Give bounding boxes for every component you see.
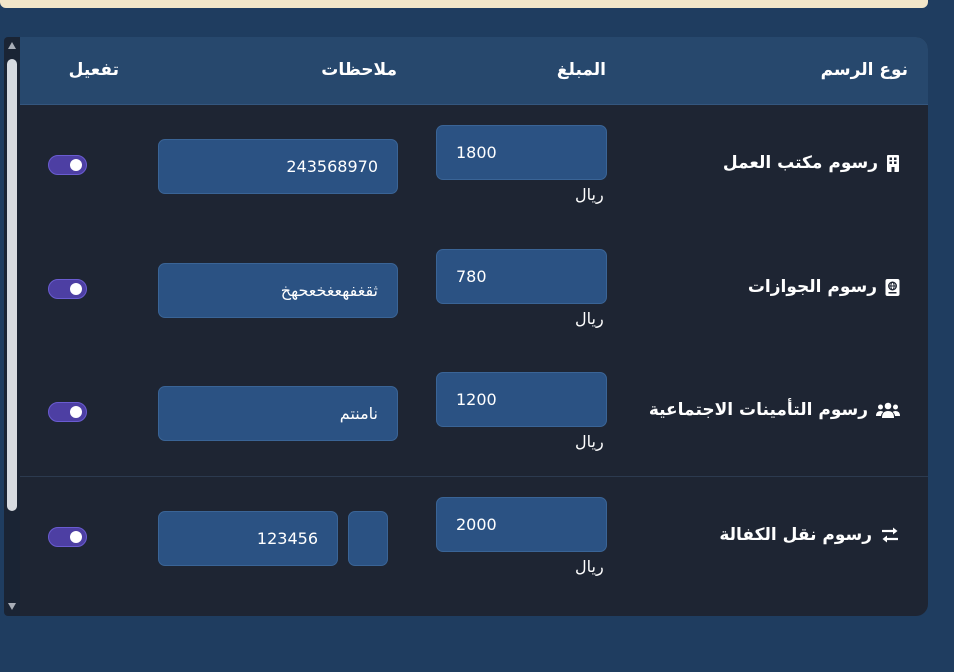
fee-label-passports: رسوم الجوازات [748, 277, 900, 297]
scroll-thumb[interactable] [7, 59, 17, 511]
fee-label-social-insurance: رسوم التأمينات الاجتماعية [649, 400, 900, 420]
table-header: نوع الرسم المبلغ ملاحظات تفعيل [20, 37, 928, 105]
amount-input[interactable]: 2000 [436, 497, 607, 552]
vertical-scrollbar[interactable] [4, 37, 21, 616]
fee-label-sponsorship-transfer: رسوم نقل الكفالة [719, 525, 900, 545]
notes-input[interactable]: ثقغفهعغخعحهخ [158, 263, 398, 318]
scroll-down-arrow-icon[interactable] [8, 603, 16, 610]
currency-label: ريال [575, 309, 604, 328]
activate-toggle[interactable] [48, 527, 87, 547]
toggle-knob [70, 283, 82, 295]
activate-toggle[interactable] [48, 402, 87, 422]
header-fee-type: نوع الرسم [820, 60, 908, 80]
toggle-knob [70, 531, 82, 543]
notes-input[interactable]: 123456 [158, 511, 338, 566]
toggle-knob [70, 159, 82, 171]
users-icon [876, 402, 900, 418]
header-activate: تفعيل [68, 60, 119, 80]
amount-input[interactable]: 780 [436, 249, 607, 304]
currency-label: ريال [575, 557, 604, 576]
row-divider [20, 476, 928, 477]
currency-label: ريال [575, 185, 604, 204]
toggle-knob [70, 406, 82, 418]
scroll-up-arrow-icon[interactable] [8, 42, 16, 49]
notes-input[interactable]: نامنتم [158, 386, 398, 441]
activate-toggle[interactable] [48, 279, 87, 299]
fees-table: نوع الرسم المبلغ ملاحظات تفعيل رسوم مكتب… [20, 37, 928, 616]
header-notes: ملاحظات [321, 60, 397, 80]
header-amount: المبلغ [556, 60, 606, 80]
building-icon [886, 154, 900, 172]
amount-input[interactable]: 1800 [436, 125, 607, 180]
amount-input[interactable]: 1200 [436, 372, 607, 427]
notes-input[interactable]: 243568970 [158, 139, 398, 194]
fee-label-labor-office: رسوم مكتب العمل [723, 153, 900, 173]
passport-icon [885, 278, 900, 296]
currency-label: ريال [575, 432, 604, 451]
extra-notes-input[interactable] [348, 511, 388, 566]
exchange-arrows-icon [880, 527, 900, 543]
top-banner [0, 0, 928, 8]
activate-toggle[interactable] [48, 155, 87, 175]
